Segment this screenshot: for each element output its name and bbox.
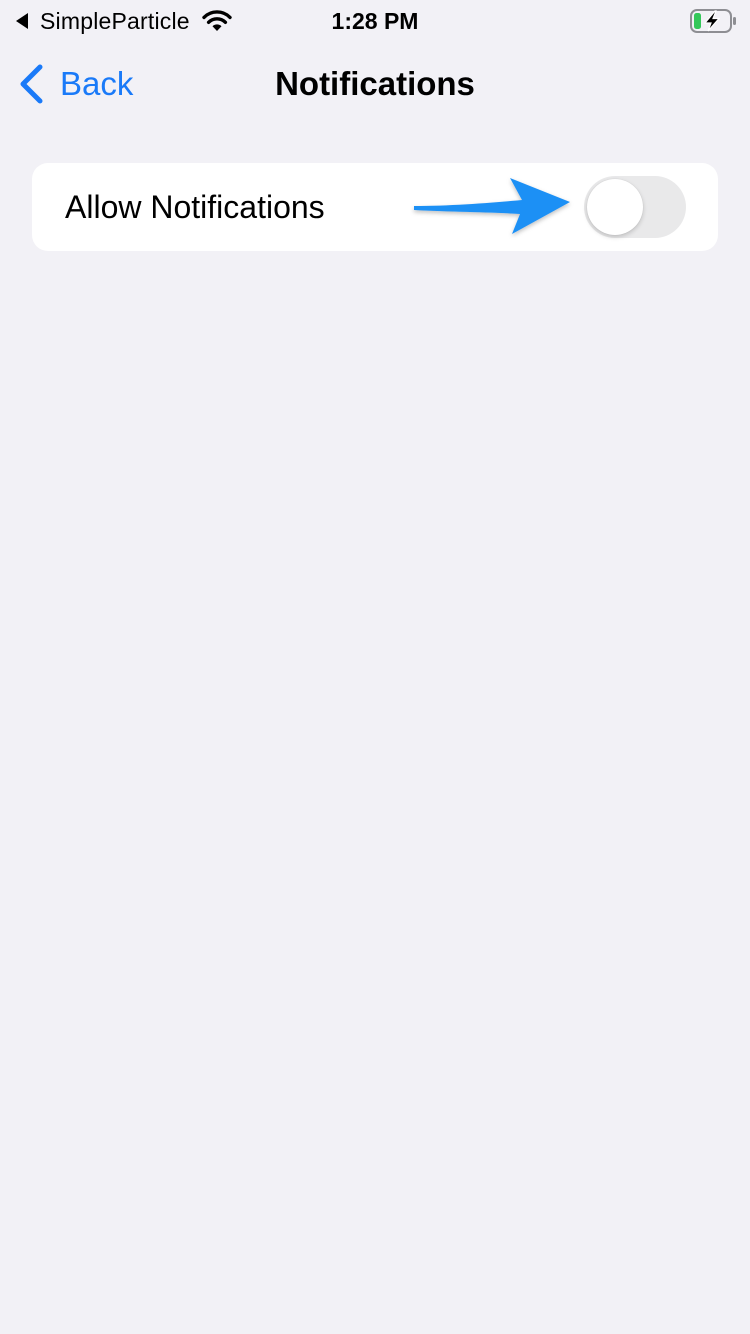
- annotation-arrow-icon: [410, 172, 575, 240]
- allow-notifications-label: Allow Notifications: [65, 189, 325, 225]
- settings-group: Allow Notifications: [32, 163, 718, 251]
- toggle-knob: [587, 179, 643, 235]
- allow-notifications-toggle[interactable]: [584, 176, 686, 238]
- page-title: Notifications: [275, 65, 475, 102]
- status-bar: SimpleParticle 1:28 PM: [0, 0, 750, 40]
- navigation-bar: Back Notifications: [0, 44, 750, 124]
- status-time: 1:28 PM: [331, 8, 419, 34]
- battery-charging-icon: [690, 9, 738, 33]
